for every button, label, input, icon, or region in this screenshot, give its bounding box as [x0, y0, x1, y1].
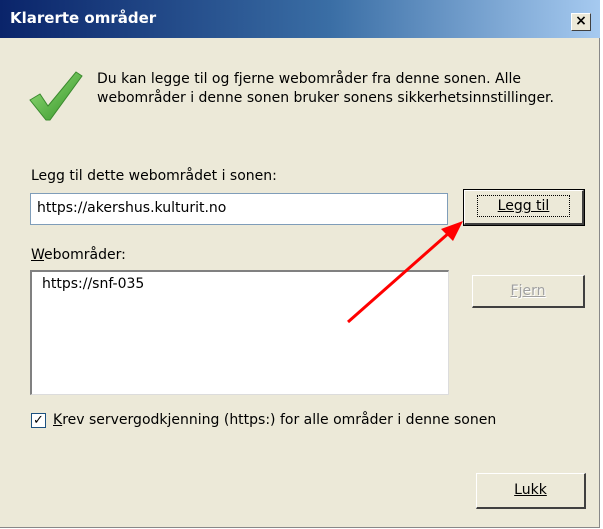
- site-url-input[interactable]: https://akershus.kulturit.no: [30, 193, 448, 225]
- window-title: Klarerte områder: [10, 9, 157, 27]
- require-https-label[interactable]: Krev servergodkjenning (https:) for alle…: [53, 412, 496, 428]
- add-site-label: Legg til dette webområdet i sonen:: [31, 168, 277, 184]
- websites-label: Webområder:: [31, 247, 126, 263]
- websites-list[interactable]: https://snf-035: [30, 270, 449, 395]
- close-icon: ×: [575, 13, 587, 29]
- close-button-label: Lukk: [514, 482, 547, 498]
- dialog-window: Klarerte områder × Du kan legge til og f…: [0, 0, 600, 528]
- require-https-label-rest: rev servergodkjenning (https:) for alle …: [62, 412, 497, 428]
- remove-site-button[interactable]: Fjern: [472, 275, 585, 308]
- add-button-label: Legg til: [497, 198, 550, 214]
- websites-label-accel: W: [31, 247, 45, 263]
- add-site-button[interactable]: Legg til: [463, 189, 585, 226]
- require-https-accel: K: [53, 412, 63, 428]
- list-item[interactable]: https://snf-035: [42, 276, 438, 292]
- info-text: Du kan legge til og fjerne webområder fr…: [97, 71, 554, 106]
- checkmark-icon: [29, 71, 83, 121]
- title-bar: Klarerte områder ×: [0, 0, 600, 38]
- remove-button-label: Fjern: [510, 283, 546, 299]
- websites-label-rest: ebområder:: [44, 247, 126, 263]
- require-https-checkbox[interactable]: ✓: [31, 413, 46, 428]
- close-window-button[interactable]: ×: [571, 13, 591, 31]
- close-button[interactable]: Lukk: [476, 473, 586, 509]
